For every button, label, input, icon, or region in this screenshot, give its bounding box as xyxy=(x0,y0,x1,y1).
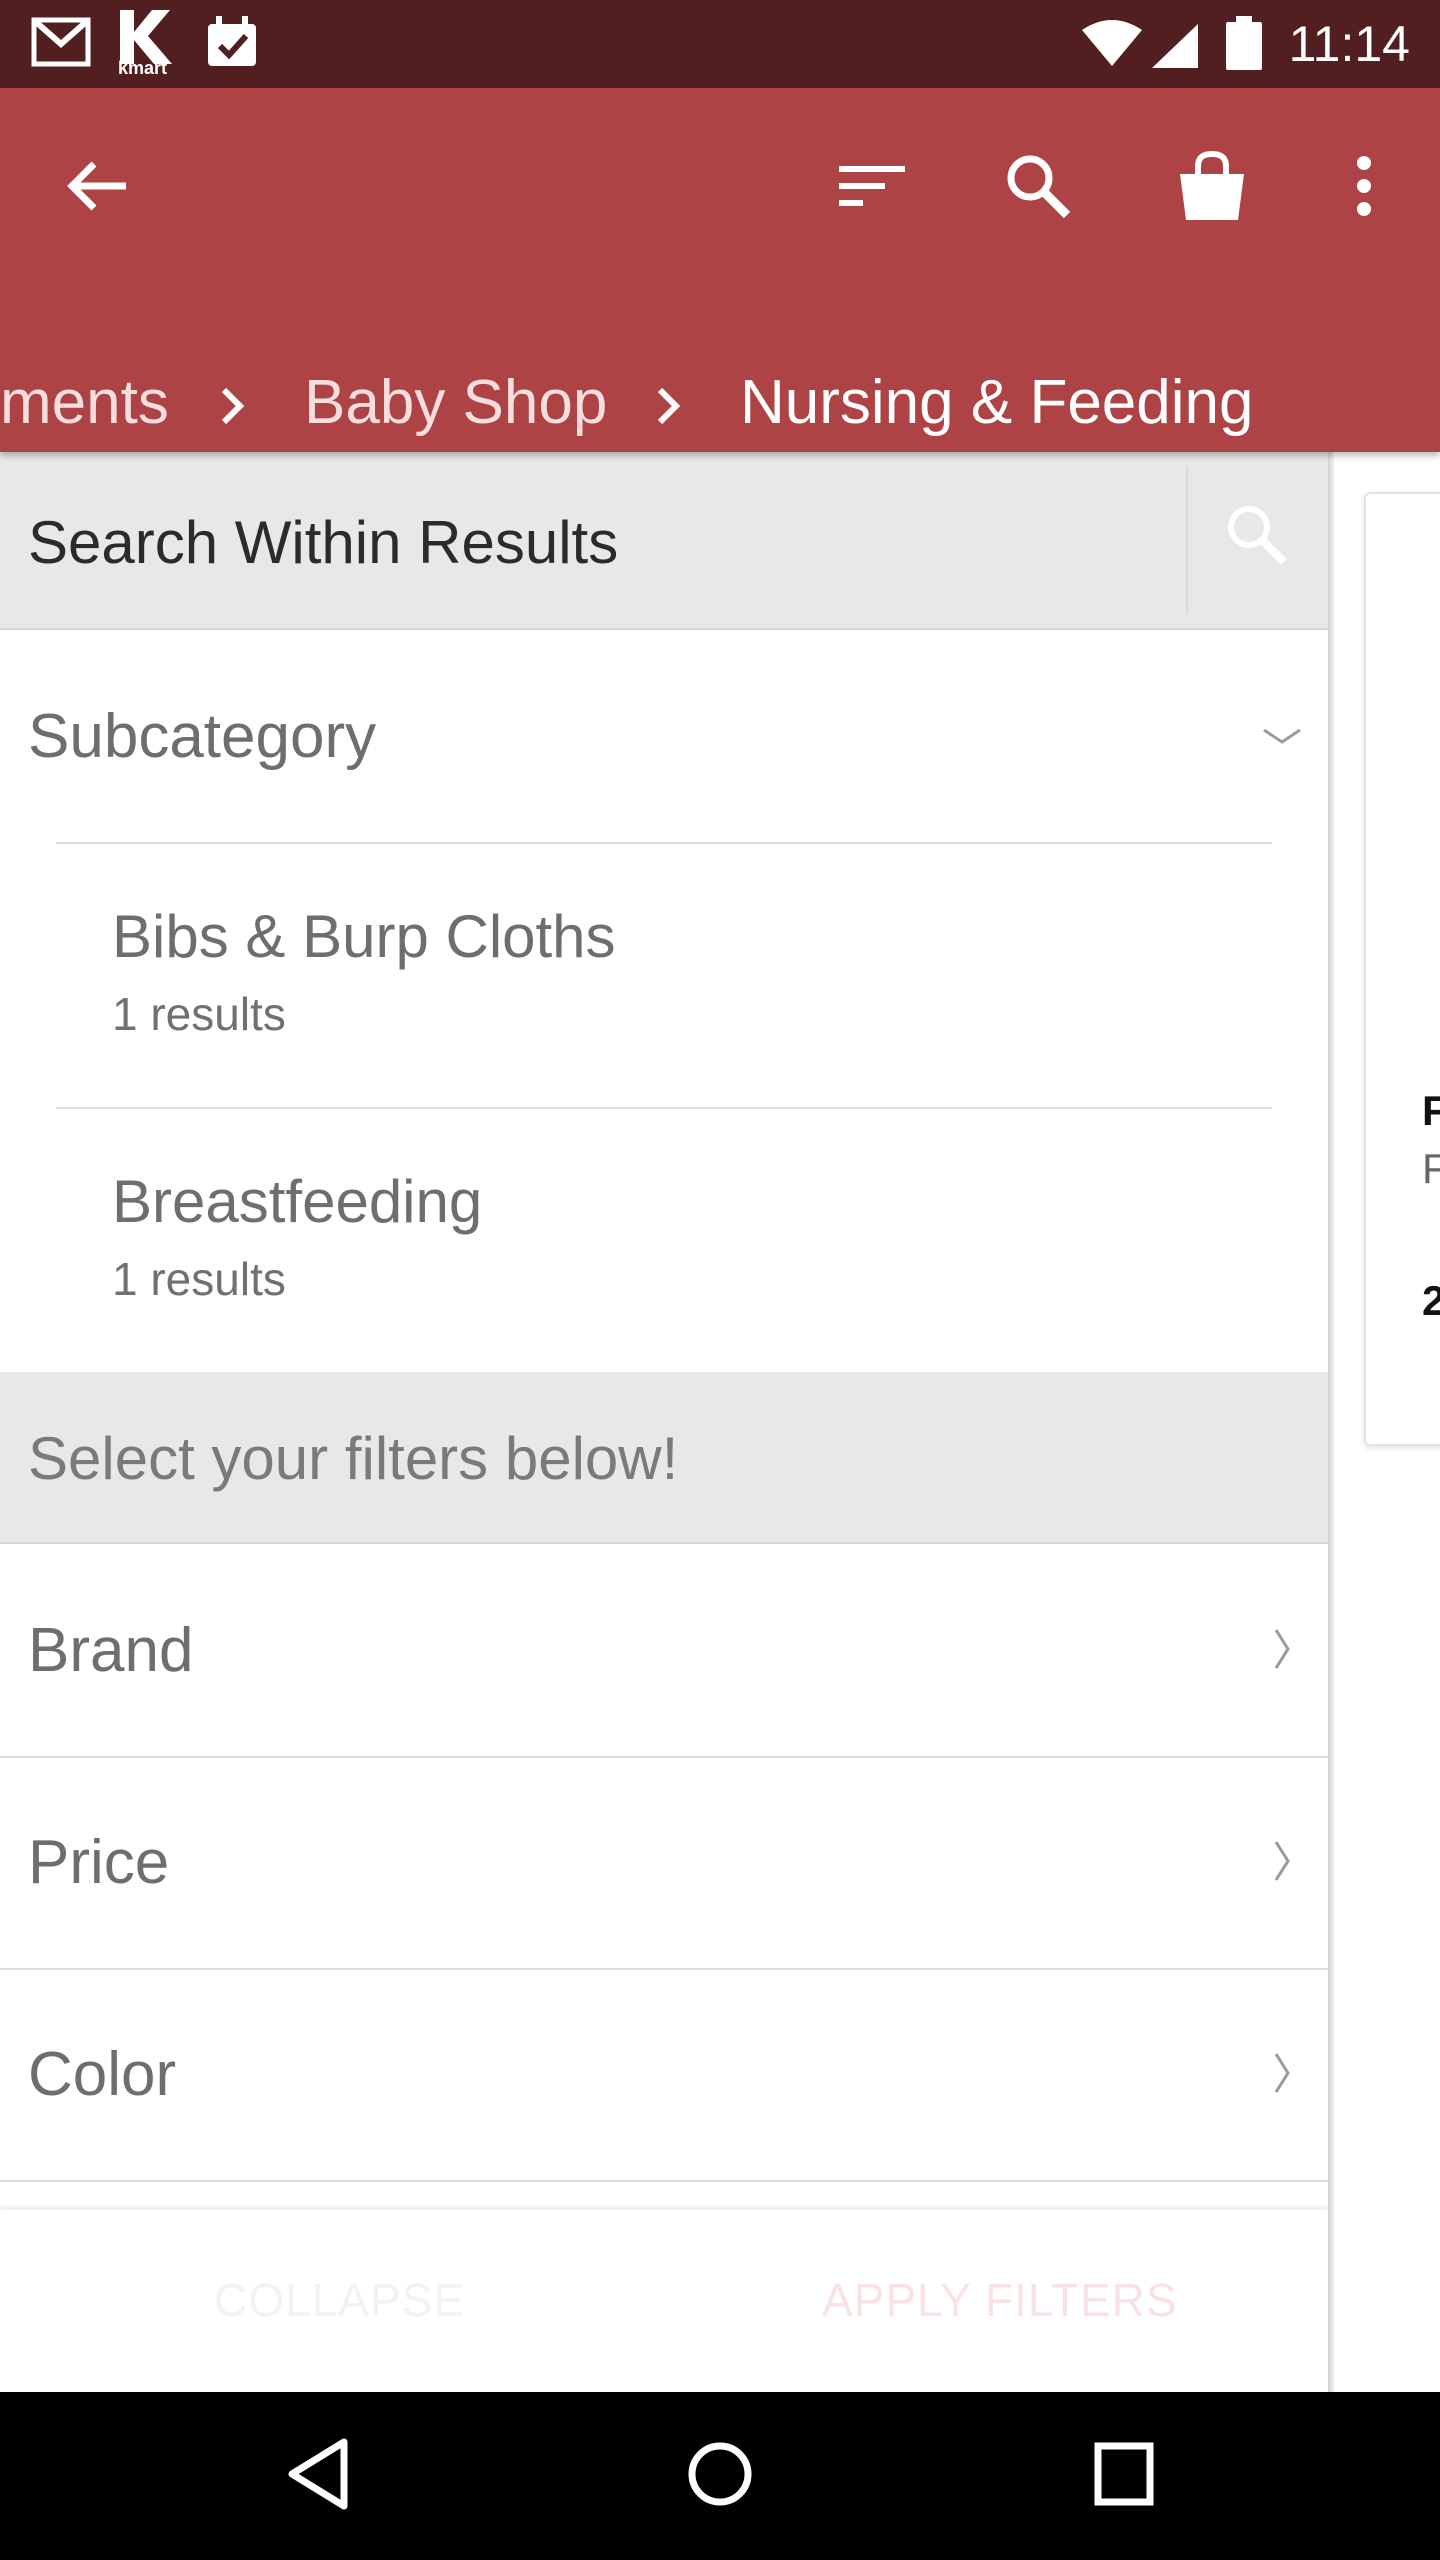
breadcrumb: ments Baby Shop Nursing & Feeding xyxy=(0,328,1440,458)
peek-subtitle: F xyxy=(1422,1145,1440,1192)
navigation-bar xyxy=(0,2392,1440,2560)
more-vert-icon xyxy=(1354,155,1374,221)
product-card-peek[interactable]: F F 2 xyxy=(1364,492,1440,1446)
filter-brand[interactable]: Brand xyxy=(0,1544,1328,1758)
filter-price[interactable]: Price xyxy=(0,1756,1328,1970)
divider xyxy=(56,1107,1272,1109)
filter-label: Color xyxy=(28,2040,177,2109)
chevron-right-icon xyxy=(1272,2052,1292,2099)
gmail-icon xyxy=(30,14,94,75)
subcategory-count: 1 results xyxy=(112,988,286,1040)
search-button[interactable] xyxy=(990,140,1086,236)
nav-home-icon[interactable] xyxy=(686,2436,754,2517)
search-divider xyxy=(1186,466,1188,614)
divider xyxy=(56,842,1272,844)
filter-color[interactable]: Color xyxy=(0,1968,1328,2182)
kmart-icon: kmart xyxy=(114,8,178,81)
status-time: 11:14 xyxy=(1288,16,1410,72)
apply-filters-button[interactable]: APPLY FILTERS xyxy=(822,2270,1178,2330)
cart-button[interactable] xyxy=(1164,140,1260,236)
subcategory-count: 1 results xyxy=(112,1253,286,1305)
chevron-right-icon xyxy=(654,386,684,431)
filter-panel: Search Within Results Subcategory Bibs &… xyxy=(0,452,1328,2392)
sort-button[interactable] xyxy=(824,140,920,236)
chevron-right-icon xyxy=(1272,1840,1292,1887)
nav-recents-icon[interactable] xyxy=(1092,2436,1156,2517)
wifi-icon xyxy=(1080,20,1144,73)
breadcrumb-item-departments[interactable]: ments xyxy=(0,368,169,438)
sort-icon xyxy=(839,162,905,215)
search-within-results[interactable]: Search Within Results xyxy=(0,452,1328,630)
chevron-right-icon xyxy=(1272,1628,1292,1675)
nav-back-icon[interactable] xyxy=(282,2436,354,2517)
subcategory-name: Breastfeeding xyxy=(112,1168,483,1235)
subcategory-name: Bibs & Burp Cloths xyxy=(112,903,616,970)
search-icon xyxy=(1005,153,1071,224)
app-bar: ments Baby Shop Nursing & Feeding xyxy=(0,88,1440,452)
chevron-right-icon xyxy=(218,386,248,431)
chevron-down-icon xyxy=(1262,726,1302,751)
back-arrow-icon xyxy=(66,158,130,219)
kmart-badge-text: kmart xyxy=(118,58,168,78)
panel-footer: COLLAPSE APPLY FILTERS xyxy=(0,2210,1328,2392)
status-bar: kmart 11:14 xyxy=(0,0,1440,88)
filters-banner: Select your filters below! xyxy=(0,1372,1328,1544)
calendar-check-icon xyxy=(204,14,260,77)
panel-edge xyxy=(1328,452,1334,2392)
filter-label: Price xyxy=(28,1828,170,1897)
filters-banner-text: Select your filters below! xyxy=(28,1425,679,1492)
collapse-button[interactable]: COLLAPSE xyxy=(214,2270,465,2330)
subcategory-header[interactable]: Subcategory xyxy=(0,630,1328,842)
breadcrumb-item-current: Nursing & Feeding xyxy=(740,368,1254,437)
shopping-bag-icon xyxy=(1176,150,1248,227)
search-icon[interactable] xyxy=(1224,502,1290,573)
more-options-button[interactable] xyxy=(1316,140,1412,236)
back-button[interactable] xyxy=(50,140,146,236)
peek-title: F xyxy=(1422,1087,1440,1134)
cell-signal-icon xyxy=(1150,22,1200,75)
subcategory-title: Subcategory xyxy=(28,702,377,771)
search-within-label: Search Within Results xyxy=(28,509,619,576)
peek-price: 2 xyxy=(1422,1277,1440,1324)
battery-icon xyxy=(1224,16,1264,77)
breadcrumb-item-baby-shop[interactable]: Baby Shop xyxy=(304,368,607,438)
filter-label: Brand xyxy=(28,1616,194,1685)
subcategory-item-breastfeeding[interactable]: Breastfeeding 1 results xyxy=(0,1107,1328,1371)
subcategory-item-bibs[interactable]: Bibs & Burp Cloths 1 results xyxy=(0,842,1328,1106)
